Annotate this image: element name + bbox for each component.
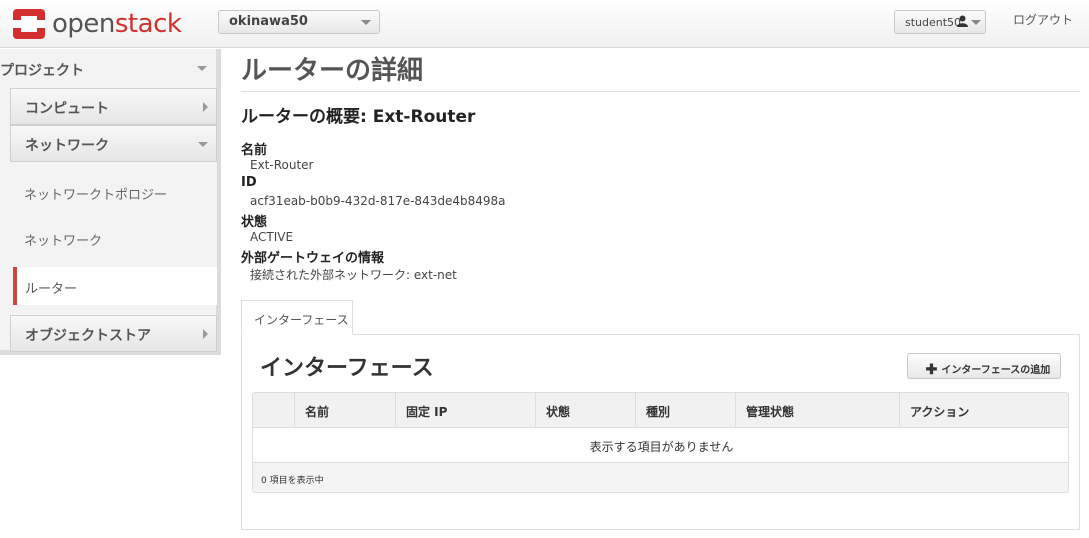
title-divider xyxy=(241,91,1080,92)
page-title: ルーターの詳細 xyxy=(241,56,424,86)
tab-interfaces[interactable]: インターフェース xyxy=(241,300,353,335)
table-footer-count: 0 項目を表示中 xyxy=(253,464,1068,492)
detail-label-name: 名前 xyxy=(241,143,268,158)
detail-value-id: acf31eab-b0b9-432d-817e-843de4b8498a xyxy=(250,194,506,208)
sidebar: プロジェクト コンピュート ネットワーク ネットワークトポロジー ネットワーク … xyxy=(0,49,221,355)
openstack-logo-icon xyxy=(12,8,46,40)
user-menu-label: student50 xyxy=(905,16,962,29)
openstack-logo[interactable]: openstack xyxy=(12,8,182,40)
plus-icon: ✚ xyxy=(925,360,938,377)
project-selector-label: okinawa50 xyxy=(229,14,308,29)
interfaces-table: 名前 固定 IP 状態 種別 管理状態 アクション 表示する項目がありません 0… xyxy=(252,392,1069,493)
chevron-down-icon xyxy=(198,142,208,147)
chevron-down-icon xyxy=(361,20,371,25)
sidebar-item-networks[interactable]: ネットワーク xyxy=(24,230,102,249)
sidebar-item-network[interactable]: ネットワーク xyxy=(10,125,217,162)
column-header-actions: アクション xyxy=(899,393,1068,428)
sidebar-item-label: ネットワーク xyxy=(25,138,109,154)
column-header-name[interactable]: 名前 xyxy=(294,393,395,428)
column-header-status[interactable]: 状態 xyxy=(535,393,635,428)
user-icon xyxy=(957,15,968,30)
detail-label-id: ID xyxy=(241,175,257,190)
router-overview-title: ルーターの概要: Ext-Router xyxy=(241,107,476,127)
detail-value-name: Ext-Router xyxy=(250,158,314,172)
project-selector[interactable]: okinawa50 xyxy=(218,10,380,34)
chevron-right-icon xyxy=(203,102,208,112)
detail-label-status: 状態 xyxy=(241,215,268,230)
column-header-fixed-ip[interactable]: 固定 IP xyxy=(395,393,535,428)
column-header-type[interactable]: 種別 xyxy=(635,393,735,428)
detail-value-status: ACTIVE xyxy=(250,230,294,244)
sidebar-item-label: ルーター xyxy=(25,282,78,297)
sidebar-item-network-topology[interactable]: ネットワークトポロジー xyxy=(24,184,167,203)
add-interface-button[interactable]: ✚ インターフェースの追加 xyxy=(907,353,1061,379)
logout-link[interactable]: ログアウト xyxy=(1013,11,1073,28)
select-all-column[interactable] xyxy=(253,393,294,428)
column-header-admin-state[interactable]: 管理状態 xyxy=(735,393,899,428)
chevron-right-icon xyxy=(203,329,208,339)
sidebar-item-label: オブジェクトストア xyxy=(25,328,151,344)
user-menu[interactable]: student50 xyxy=(894,10,986,34)
detail-value-gateway: 接続された外部ネットワーク: ext-net xyxy=(250,268,457,282)
add-interface-label: インターフェースの追加 xyxy=(941,364,1051,376)
sidebar-item-label: コンピュート xyxy=(25,101,109,117)
detail-label-gateway: 外部ゲートウェイの情報 xyxy=(241,251,385,266)
chevron-down-icon xyxy=(197,66,207,71)
interfaces-panel-title: インターフェース xyxy=(260,356,434,381)
top-navbar: openstack okinawa50 student50 ログアウト xyxy=(0,0,1089,48)
sidebar-item-compute[interactable]: コンピュート xyxy=(10,88,217,125)
sidebar-project-header[interactable]: プロジェクト xyxy=(0,49,216,87)
table-header-row: 名前 固定 IP 状態 種別 管理状態 アクション xyxy=(253,393,1068,428)
sidebar-item-routers[interactable]: ルーター xyxy=(13,267,217,305)
chevron-down-icon xyxy=(971,20,981,25)
openstack-wordmark: openstack xyxy=(52,9,182,39)
sidebar-project-label: プロジェクト xyxy=(0,63,84,79)
table-empty-message: 表示する項目がありません xyxy=(253,428,1068,463)
sidebar-item-object-store[interactable]: オブジェクトストア xyxy=(10,315,217,352)
